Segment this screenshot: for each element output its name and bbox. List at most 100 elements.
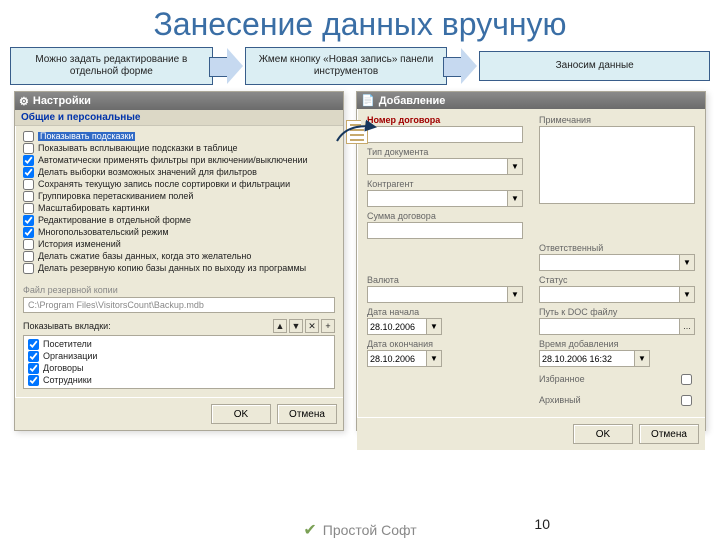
currency-input[interactable]	[367, 286, 508, 303]
check-label: Делать выборки возможных значений для фи…	[38, 168, 257, 178]
tabs-label: Показывать вкладки:	[23, 321, 111, 331]
settings-cancel-button[interactable]: Отмена	[277, 404, 337, 424]
counterparty-input[interactable]	[367, 190, 508, 207]
add-dialog: 📄 Добавление Номер договора Примечания Т…	[356, 91, 706, 431]
checkbox[interactable]	[28, 351, 39, 362]
status-input[interactable]	[539, 286, 680, 303]
date-end-input[interactable]	[367, 350, 427, 367]
stage-row: Можно задать редактирование в отдельной …	[0, 47, 720, 85]
settings-section-head: Общие и персональные	[15, 110, 343, 126]
responsible-input[interactable]	[539, 254, 680, 271]
settings-check[interactable]: Показывать всплывающие подсказки в табли…	[23, 143, 335, 154]
stage-box-3: Заносим данные	[479, 51, 710, 81]
tab-item[interactable]: Организации	[28, 351, 330, 362]
check-icon: ✔	[303, 520, 316, 540]
checkbox[interactable]	[23, 191, 34, 202]
wrench-icon: ⚙	[19, 95, 29, 108]
chevron-down-icon[interactable]: ▼	[680, 286, 695, 303]
tab-label: Договоры	[43, 364, 83, 374]
field-doc-type: Тип документа ▼	[367, 147, 523, 175]
field-doc-path: Путь к DOC файлу …	[539, 307, 695, 335]
notes-input[interactable]	[539, 126, 695, 204]
doc-number-input[interactable]	[367, 126, 523, 143]
field-added-time: Время добавления ▼	[539, 339, 695, 367]
chevron-down-icon[interactable]: ▼	[635, 350, 650, 367]
chevron-down-icon[interactable]: ▼	[508, 286, 523, 303]
arrow-icon	[209, 48, 245, 84]
tab-item[interactable]: Договоры	[28, 363, 330, 374]
tabs-down-button[interactable]: ▼	[289, 319, 303, 333]
checkbox[interactable]	[23, 131, 34, 142]
check-label: Сохранять текущую запись после сортировк…	[38, 180, 290, 190]
settings-check[interactable]: История изменений	[23, 239, 335, 250]
check-label: Делать резервную копию базы данных по вы…	[38, 264, 306, 274]
settings-check[interactable]: Масштабировать картинки	[23, 203, 335, 214]
check-label: Группировка перетаскиванием полей	[38, 192, 193, 202]
tabs-list[interactable]: ПосетителиОрганизации ДоговорыСотрудники	[23, 335, 335, 389]
settings-title: Настройки	[33, 95, 91, 107]
settings-check[interactable]: Делать резервную копию базы данных по вы…	[23, 263, 335, 274]
checkbox[interactable]	[28, 339, 39, 350]
chevron-down-icon[interactable]: ▼	[508, 190, 523, 207]
ellipsis-icon[interactable]: …	[680, 318, 695, 335]
check-label: Автоматически применять фильтры при вклю…	[38, 156, 308, 166]
archived-checkbox[interactable]	[681, 395, 692, 406]
checkbox[interactable]	[23, 215, 34, 226]
settings-check[interactable]: Группировка перетаскиванием полей	[23, 191, 335, 202]
checkbox[interactable]	[23, 203, 34, 214]
favorite-checkbox[interactable]	[681, 374, 692, 385]
chevron-down-icon[interactable]: ▼	[427, 318, 442, 335]
chevron-down-icon[interactable]: ▼	[680, 254, 695, 271]
settings-check[interactable]: Делать сжатие базы данных, когда это жел…	[23, 251, 335, 262]
checkbox[interactable]	[23, 251, 34, 262]
amount-input[interactable]	[367, 222, 523, 239]
checkbox[interactable]	[23, 263, 34, 274]
added-time-input[interactable]	[539, 350, 635, 367]
settings-dialog: ⚙ Настройки Общие и персональные Показыв…	[14, 91, 344, 431]
check-label: Делать сжатие базы данных, когда это жел…	[38, 252, 251, 262]
chevron-down-icon[interactable]: ▼	[427, 350, 442, 367]
curved-arrow-icon	[335, 121, 381, 147]
field-doc-number: Номер договора	[367, 115, 523, 143]
stage-box-2: Жмем кнопку «Новая запись» панели инстру…	[245, 47, 448, 85]
add-ok-button[interactable]: OK	[573, 424, 633, 444]
footer: ✔ Простой Софт	[0, 520, 720, 540]
field-date-start: Дата начала ▼	[367, 307, 523, 335]
tabs-remove-button[interactable]: ✕	[305, 319, 319, 333]
settings-check[interactable]: Показывать подсказки	[23, 131, 335, 142]
settings-check[interactable]: Многопользовательский режим	[23, 227, 335, 238]
check-label: Редактирование в отдельной форме	[38, 216, 191, 226]
checkbox[interactable]	[23, 227, 34, 238]
checkbox[interactable]	[28, 375, 39, 386]
backup-label: Файл резервной копии	[15, 279, 343, 297]
add-cancel-button[interactable]: Отмена	[639, 424, 699, 444]
settings-check[interactable]: Автоматически применять фильтры при вклю…	[23, 155, 335, 166]
check-label: Показывать всплывающие подсказки в табли…	[38, 144, 238, 154]
checkbox[interactable]	[23, 179, 34, 190]
field-favorite: Избранное	[539, 371, 695, 388]
tabs-add-button[interactable]: +	[321, 319, 335, 333]
slide-title: Занесение данных вручную	[0, 6, 720, 43]
date-start-input[interactable]	[367, 318, 427, 335]
settings-check[interactable]: Делать выборки возможных значений для фи…	[23, 167, 335, 178]
settings-check[interactable]: Сохранять текущую запись после сортировк…	[23, 179, 335, 190]
add-titlebar: 📄 Добавление	[357, 92, 705, 109]
checkbox[interactable]	[28, 363, 39, 374]
tab-item[interactable]: Сотрудники	[28, 375, 330, 386]
backup-path: C:\Program Files\VisitorsCount\Backup.md…	[23, 297, 335, 313]
settings-ok-button[interactable]: OK	[211, 404, 271, 424]
settings-check[interactable]: Редактирование в отдельной форме	[23, 215, 335, 226]
tabs-up-button[interactable]: ▲	[273, 319, 287, 333]
stage-box-1: Можно задать редактирование в отдельной …	[10, 47, 213, 85]
arrow-icon	[443, 48, 479, 84]
chevron-down-icon[interactable]: ▼	[508, 158, 523, 175]
checkbox[interactable]	[23, 143, 34, 154]
checkbox[interactable]	[23, 155, 34, 166]
field-archived: Архивный	[539, 392, 695, 409]
doc-type-input[interactable]	[367, 158, 508, 175]
document-icon: 📄	[361, 94, 375, 107]
doc-path-input[interactable]	[539, 318, 680, 335]
tab-item[interactable]: Посетители	[28, 339, 330, 350]
checkbox[interactable]	[23, 167, 34, 178]
checkbox[interactable]	[23, 239, 34, 250]
